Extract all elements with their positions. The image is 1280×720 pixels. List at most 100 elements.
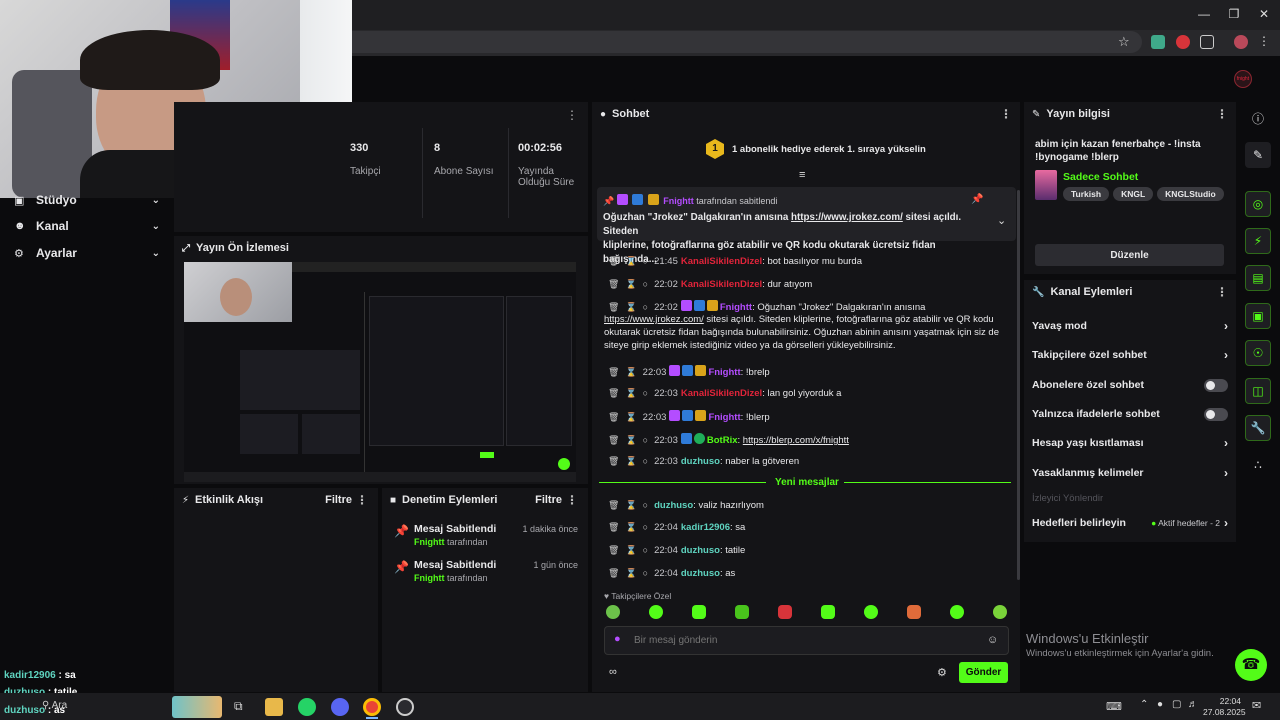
slow-mode-row[interactable]: Yavaş mod › [1032,317,1228,335]
clock-date[interactable]: 27.08.2025 [1203,707,1246,717]
network-icon[interactable]: ▢ [1172,699,1181,710]
search-box[interactable]: ⚲ Ara [42,700,67,711]
gear-icon[interactable]: ⚙ [937,666,947,679]
tag[interactable]: KNGL [1113,187,1154,201]
chrome-icon[interactable] [363,698,381,716]
file-explorer-icon[interactable] [265,698,283,716]
address-bar[interactable] [352,31,1142,53]
broadcast-icon[interactable]: ☉ [1245,340,1271,366]
ban-icon[interactable]: ○ [643,256,648,266]
emote-icon[interactable] [864,605,878,619]
apps-icon[interactable]: ∴ [1245,452,1271,478]
support-chat-button[interactable]: ☎ [1235,649,1267,681]
delete-icon[interactable]: 🗑 [608,435,619,445]
emote-icon[interactable] [649,605,663,619]
maximize-icon[interactable]: ❐ [1226,6,1242,22]
ban-icon[interactable]: ○ [643,388,648,398]
unpin-icon[interactable]: 📌 [971,194,983,205]
volume-icon[interactable]: ♬ [1188,699,1198,710]
subs-only-toggle[interactable] [1204,378,1228,392]
close-icon[interactable]: ✕ [1256,6,1272,22]
delete-icon[interactable]: 🗑 [608,279,619,289]
obs-icon[interactable] [396,698,414,716]
delete-icon[interactable]: 🗑 [608,412,619,422]
ban-icon[interactable]: ○ [643,456,648,466]
category-name[interactable]: Sadece Sohbet [1063,171,1138,183]
timeout-icon[interactable]: ⌛ [625,256,636,266]
delete-icon[interactable]: 🗑 [608,367,619,377]
tag[interactable]: KNGLStudio [1157,187,1224,201]
timeout-icon[interactable]: ⌛ [625,545,636,555]
chat-icon[interactable]: ▣ [1245,303,1271,329]
chat-link[interactable]: https://blerp.com/x/fnightt [743,435,849,446]
user-avatar[interactable]: fnight [1234,70,1252,88]
delete-icon[interactable]: 🗑 [608,456,619,466]
timeout-icon[interactable]: ⌛ [625,412,636,422]
timeout-icon[interactable]: ⌛ [625,388,636,398]
banned-words-row[interactable]: Yasaklanmış kelimeler › [1032,464,1228,482]
delete-icon[interactable]: 🗑 [608,568,619,578]
document-icon[interactable]: ▤ [1245,265,1271,291]
delete-icon[interactable]: 🗑 [608,388,619,398]
timeout-icon[interactable]: ⌛ [625,367,636,377]
kebab-menu-icon[interactable]: ⋮ [1216,285,1228,299]
timeout-icon[interactable]: ⌛ [625,435,636,445]
filter-button[interactable]: Filtre [325,494,352,506]
ban-icon[interactable]: ○ [643,302,648,312]
chevron-up-icon[interactable]: ⌃ [1140,699,1148,710]
wrench-icon[interactable]: 🔧 [1245,415,1271,441]
delete-icon[interactable]: 🗑 [608,545,619,555]
tag[interactable]: Turkish [1063,187,1110,201]
emote-icon[interactable] [735,605,749,619]
whatsapp-icon[interactable] [298,698,316,716]
filter-button[interactable]: Filtre [535,494,562,506]
collapse-icon[interactable]: ≡ [799,169,805,181]
stream-preview-video[interactable] [184,262,576,482]
edit-button[interactable]: Düzenle [1035,244,1224,266]
chat-link[interactable]: https://www.jrokez.com/ [604,314,704,325]
pinned-link[interactable]: https://www.jrokez.com/ [791,212,903,223]
bookmark-star-icon[interactable]: ☆ [1118,34,1130,50]
layout-icon[interactable]: ◫ [1245,378,1271,404]
ban-icon[interactable]: ○ [643,279,648,289]
emote-icon[interactable] [821,605,835,619]
kebab-menu-icon[interactable]: ⋮ [566,493,578,507]
emote-icon[interactable] [778,605,792,619]
kebab-menu-icon[interactable]: ⋮ [356,493,368,507]
emote-icon[interactable] [907,605,921,619]
timeout-icon[interactable]: ⌛ [625,279,636,289]
timeout-icon[interactable]: ⌛ [625,522,636,532]
microphone-icon[interactable]: ● [1157,699,1163,710]
extensions-puzzle-icon[interactable] [1200,35,1214,49]
delete-icon[interactable]: 🗑 [608,256,619,266]
emoji-icon[interactable]: ☺ [987,634,998,646]
info-icon[interactable]: ⓘ [1245,105,1271,131]
task-view-icon[interactable]: ⧉ [234,699,243,714]
browser-menu-icon[interactable]: ⋮ [1258,34,1270,48]
kebab-menu-icon[interactable]: ⋮ [566,108,578,122]
goals-row[interactable]: Hedefleri belirleyin ● Aktif hedefler - … [1032,514,1228,532]
nav-item-studio[interactable]: ▣ Stüdyo ⌄ [14,190,160,210]
discord-icon[interactable] [331,698,349,716]
timeout-icon[interactable]: ⌛ [625,456,636,466]
minimize-icon[interactable]: — [1196,6,1212,22]
target-icon[interactable]: ◎ [1245,191,1271,217]
nav-item-settings[interactable]: ⚙ Ayarlar ⌄ [14,243,160,263]
taskbar-widget[interactable] [172,696,222,718]
timeout-icon[interactable]: ⌛ [625,302,636,312]
ban-icon[interactable]: ○ [643,568,648,578]
emote-icon[interactable] [993,605,1007,619]
delete-icon[interactable]: 🗑 [608,522,619,532]
emote-icon[interactable] [950,605,964,619]
chat-scrollbar[interactable] [1017,190,1020,580]
ban-icon[interactable]: ○ [643,545,648,555]
keyboard-icon[interactable]: ⌨ [1106,700,1122,713]
ban-icon[interactable]: ○ [643,435,648,445]
delete-icon[interactable]: 🗑 [608,302,619,312]
points-icon[interactable]: ∞ [609,666,617,678]
timeout-icon[interactable]: ⌛ [625,500,636,510]
nav-item-channel[interactable]: ☻ Kanal ⌄ [14,216,160,236]
pencil-icon[interactable]: ✎ [1245,142,1271,168]
bolt-icon[interactable]: ⚡ [1245,228,1271,254]
kebab-menu-icon[interactable]: ⋮ [1216,107,1228,121]
